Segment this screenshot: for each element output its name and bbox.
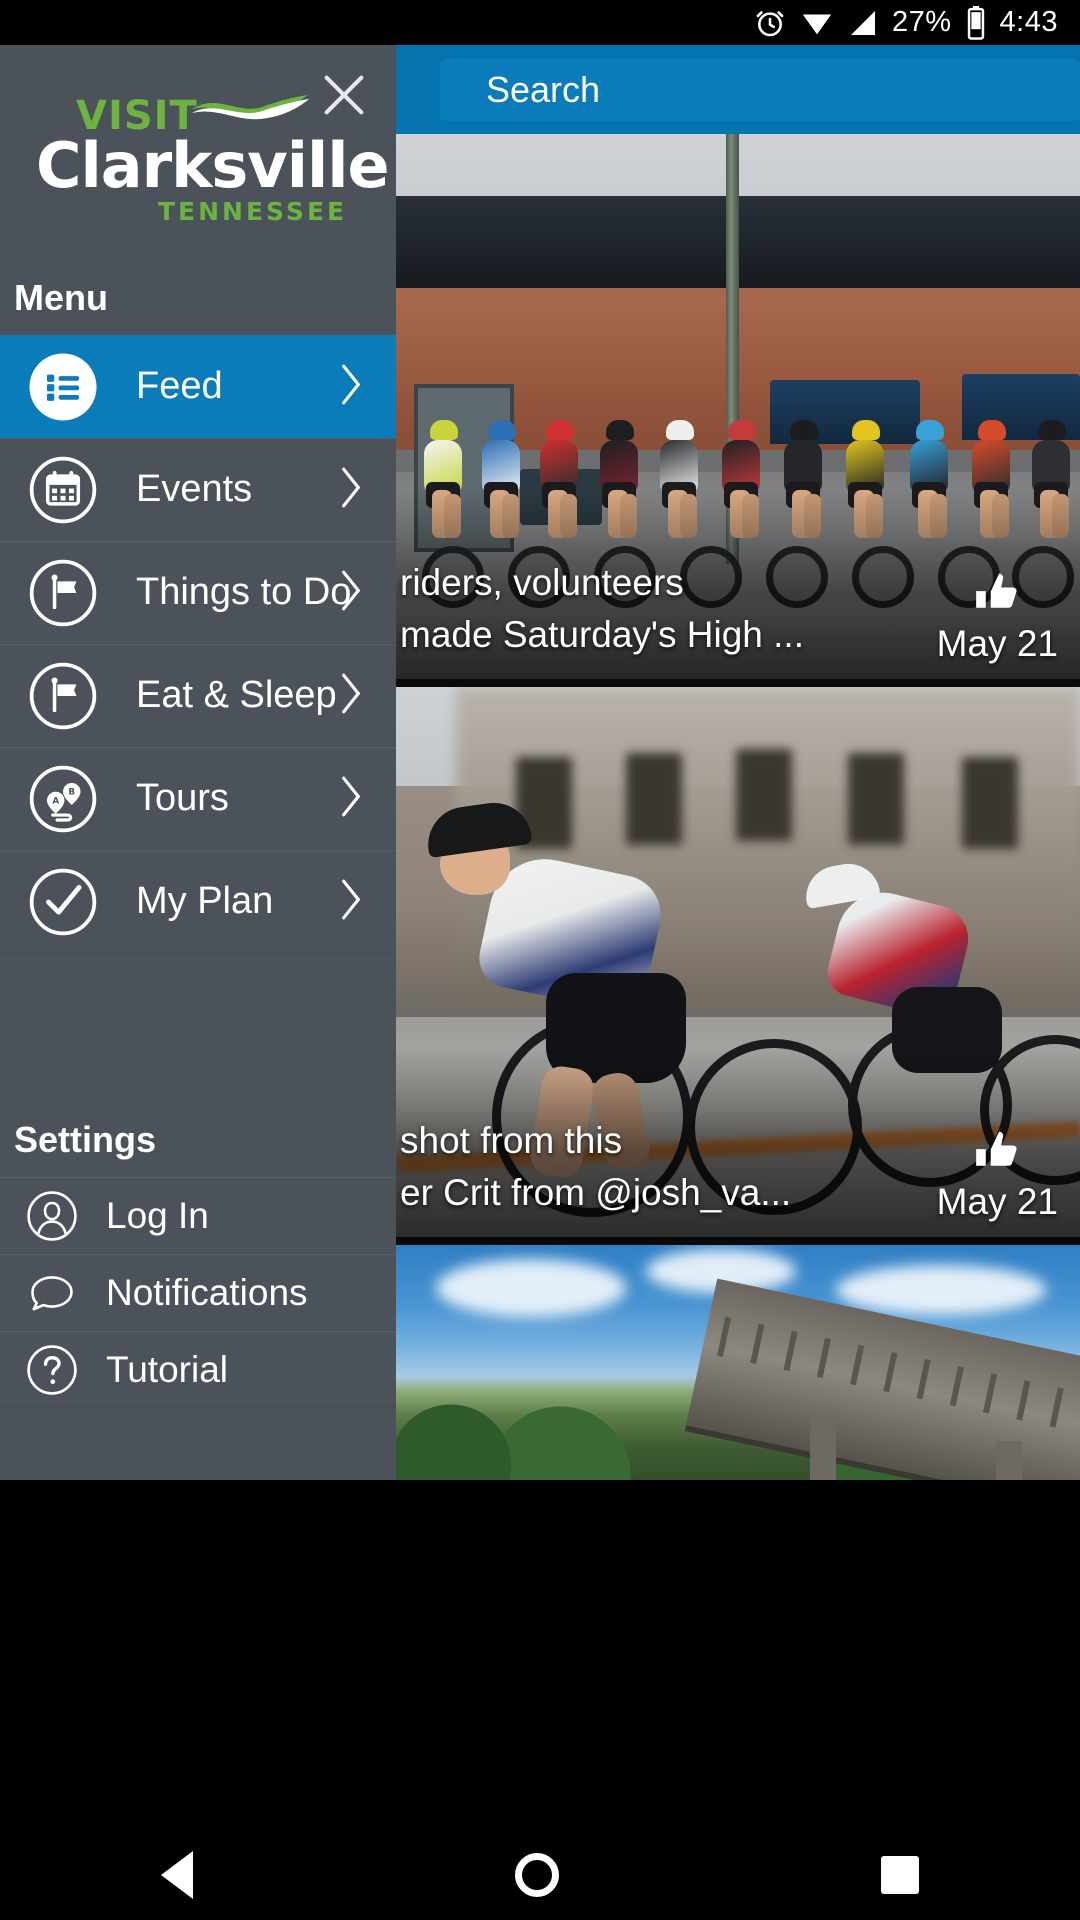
card-caption-line2: made Saturday's High ... [400,614,804,655]
feed-list[interactable]: riders, volunteers made Saturday's High … [396,134,1080,1480]
thumbs-up-icon[interactable] [937,564,1058,619]
svg-text:A: A [52,796,59,806]
check-circle-icon [28,867,98,937]
card-caption-line1: riders, volunteers [400,562,684,603]
card-date: May 21 [936,1181,1058,1222]
sidebar-item-label: My Plan [136,880,274,922]
sidebar-item-label: Log In [106,1194,209,1236]
feed-card[interactable]: riders, volunteers made Saturday's High … [396,134,1080,679]
clock-label: 4:43 [999,6,1058,38]
search-bar: Search [396,45,1080,134]
flag-icon [28,558,98,628]
chevron-right-icon [336,671,366,720]
svg-text:B: B [68,787,75,797]
settings-section-header: Settings [14,1119,157,1160]
sidebar-item-label: Tours [136,777,229,819]
search-input[interactable]: Search [440,59,1080,121]
card-meta: May 21 [937,1122,1058,1223]
logo-swoosh-icon [192,95,309,120]
card-date: May 21 [936,623,1058,664]
sidebar-item-eat-and-sleep[interactable]: Eat & Sleep [0,644,396,747]
app-screen: 27% 4:43 Search riders, volunteers made … [0,0,1080,1920]
sidebar-item-label: Tutorial [106,1348,229,1390]
chevron-right-icon [336,877,366,926]
feed-card[interactable]: shot from this er Crit from @josh_va... … [396,687,1080,1237]
close-icon[interactable] [308,59,380,131]
navigation-drawer: VISIT Clarksville TENNESSEE Menu Feed Ev… [0,45,396,1480]
menu-section-header: Menu [14,276,108,318]
flag-icon [28,661,98,731]
card-caption-line2: er Crit from @josh_va... [400,1172,792,1213]
chevron-right-icon [336,465,366,514]
calendar-icon [28,455,98,525]
status-bar: 27% 4:43 [0,0,1080,45]
sidebar-item-tours[interactable]: A B Tours [0,747,396,850]
logo-city-text: Clarksville [36,129,390,202]
home-button[interactable] [515,1853,559,1897]
chevron-right-icon [336,362,366,411]
wifi-icon [800,8,834,38]
chevron-right-icon [336,568,366,617]
map-pins-route-icon: A B [28,764,98,834]
sidebar-item-label: Notifications [106,1271,308,1313]
alarm-clock-icon [754,7,786,39]
recents-button[interactable] [881,1856,919,1894]
list-icon [28,352,98,422]
chevron-right-icon [336,774,366,823]
person-icon [26,1190,78,1242]
sidebar-item-notifications[interactable]: Notifications [0,1254,396,1331]
sidebar-item-tutorial[interactable]: Tutorial [0,1331,396,1408]
sidebar-item-log-in[interactable]: Log In [0,1177,396,1254]
card-meta: May 21 [937,564,1058,665]
speech-bubble-icon [26,1267,78,1319]
sidebar-item-things-to-do[interactable]: Things to Do [0,541,396,644]
system-navigation-bar [0,1830,1080,1920]
battery-percent-label: 27% [892,6,952,38]
sidebar-item-label: Feed [136,365,223,407]
question-mark-icon [26,1344,78,1396]
sidebar-item-feed[interactable]: Feed [0,335,396,438]
railroad-trestle-bridge-photo [396,1245,1080,1480]
app-logo: VISIT Clarksville TENNESSEE [0,45,396,260]
drawer-spacer [0,953,396,1103]
sidebar-item-label: Events [136,468,253,510]
search-placeholder: Search [486,69,601,110]
sidebar-item-my-plan[interactable]: My Plan [0,850,396,953]
sidebar-item-label: Things to Do [136,571,352,613]
battery-icon [966,5,986,40]
logo-state-text: TENNESSEE [158,197,348,226]
sidebar-item-label: Eat & Sleep [136,674,337,716]
thumbs-up-icon[interactable] [937,1122,1058,1177]
cell-signal-icon [848,8,878,38]
feed-card[interactable] [396,1245,1080,1480]
back-button[interactable] [161,1851,193,1899]
card-caption-line1: shot from this [400,1120,623,1161]
sidebar-item-events[interactable]: Events [0,438,396,541]
